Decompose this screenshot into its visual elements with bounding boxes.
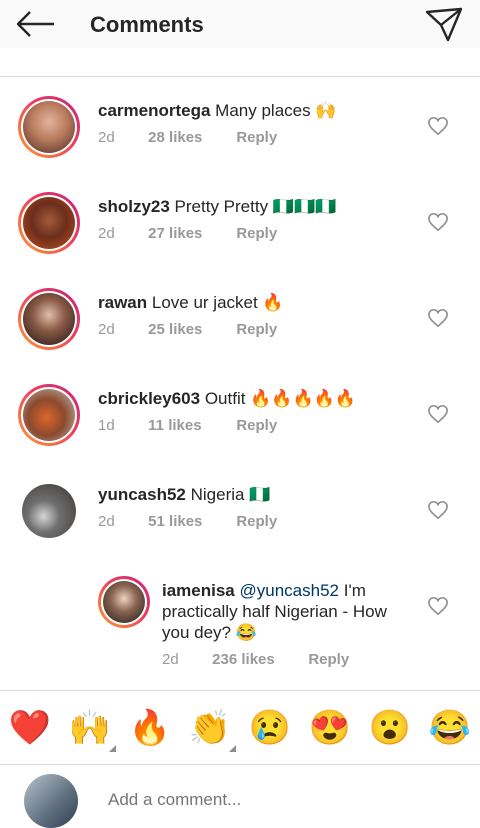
comment-meta: 1d 11 likes Reply (98, 417, 277, 434)
heart-outline-icon[interactable] (427, 308, 449, 328)
emoji-surprised-face[interactable]: 😮 (368, 706, 412, 750)
likes-count[interactable]: 51 likes (148, 513, 232, 530)
avatar[interactable] (98, 576, 150, 628)
skin-tone-indicator (109, 745, 116, 752)
comment-meta: 2d 51 likes Reply (98, 513, 277, 530)
comment-meta: 2d 25 likes Reply (98, 321, 277, 338)
comment-username[interactable]: carmenortega (98, 101, 210, 120)
comment-row: carmenortega Many places 🙌 2d 28 likes R… (0, 96, 480, 160)
header-divider (0, 76, 480, 77)
page-title: Comments (90, 12, 204, 37)
reply-row: iamenisa @yuncash52 I'm practically half… (0, 576, 480, 676)
comment-username[interactable]: yuncash52 (98, 485, 186, 504)
emoji-glyph: 🙌 (68, 709, 112, 747)
likes-count[interactable]: 236 likes (212, 651, 304, 668)
heart-outline-icon[interactable] (427, 404, 449, 424)
comment-body: Outfit 🔥🔥🔥🔥🔥 (204, 389, 357, 408)
comment-text: rawan Love ur jacket 🔥 (98, 292, 398, 313)
reply-meta: 2d 236 likes Reply (162, 651, 349, 668)
reply-text: iamenisa @yuncash52 I'm practically half… (162, 580, 407, 643)
comment-username[interactable]: rawan (98, 293, 147, 312)
comment-body: Nigeria 🇳🇬 (190, 485, 271, 504)
comment-age: 1d (98, 417, 115, 434)
comment-body: Love ur jacket 🔥 (151, 293, 284, 312)
heart-outline-icon[interactable] (427, 596, 449, 616)
comment-text: sholzy23 Pretty Pretty 🇳🇬🇳🇬🇳🇬 (98, 196, 398, 217)
avatar[interactable] (18, 96, 80, 158)
top-bar: Comments (0, 0, 480, 48)
arrow-left-icon (16, 11, 54, 37)
avatar[interactable] (18, 288, 80, 350)
comment-age: 2d (98, 225, 115, 242)
reply-button[interactable]: Reply (236, 513, 277, 530)
reply-username[interactable]: iamenisa (162, 581, 235, 600)
comment-input[interactable] (108, 790, 408, 810)
input-divider (0, 764, 480, 765)
comment-age: 2d (98, 129, 115, 146)
emoji-raising-hands[interactable]: 🙌 (68, 706, 116, 752)
comment-row: yuncash52 Nigeria 🇳🇬 2d 51 likes Reply (0, 480, 480, 544)
comment-age: 2d (98, 513, 115, 530)
emoji-clapping-hands[interactable]: 👏 (188, 706, 236, 752)
comment-row: cbrickley603 Outfit 🔥🔥🔥🔥🔥 1d 11 likes Re… (0, 384, 480, 448)
back-button[interactable] (14, 6, 58, 42)
reply-button[interactable]: Reply (236, 417, 277, 434)
emoji-laughing-tears[interactable]: 😂 (428, 706, 472, 750)
heart-outline-icon[interactable] (427, 116, 449, 136)
reply-age: 2d (162, 651, 179, 668)
heart-outline-icon[interactable] (427, 500, 449, 520)
likes-count[interactable]: 27 likes (148, 225, 232, 242)
comment-body: Pretty Pretty 🇳🇬🇳🇬🇳🇬 (174, 197, 337, 216)
mention-link[interactable]: @yuncash52 (240, 581, 340, 600)
reply-button[interactable]: Reply (308, 651, 349, 668)
comment-text: cbrickley603 Outfit 🔥🔥🔥🔥🔥 (98, 388, 398, 409)
likes-count[interactable]: 25 likes (148, 321, 232, 338)
heart-outline-icon[interactable] (427, 212, 449, 232)
emoji-heart-eyes[interactable]: 😍 (308, 706, 352, 750)
comment-meta: 2d 28 likes Reply (98, 129, 277, 146)
skin-tone-indicator (229, 745, 236, 752)
comment-text: carmenortega Many places 🙌 (98, 100, 398, 121)
avatar[interactable] (18, 384, 80, 446)
emoji-crying-face[interactable]: 😢 (248, 706, 292, 750)
avatar[interactable] (18, 480, 80, 542)
comment-age: 2d (98, 321, 115, 338)
reply-button[interactable]: Reply (236, 129, 277, 146)
comment-body: Many places 🙌 (215, 101, 337, 120)
comment-text: yuncash52 Nigeria 🇳🇬 (98, 484, 398, 505)
comment-row: rawan Love ur jacket 🔥 2d 25 likes Reply (0, 288, 480, 352)
current-user-avatar (24, 774, 78, 828)
avatar[interactable] (18, 192, 80, 254)
comment-username[interactable]: sholzy23 (98, 197, 170, 216)
likes-count[interactable]: 11 likes (148, 417, 232, 434)
reaction-divider (0, 690, 480, 691)
emoji-heart[interactable]: ❤️ (8, 706, 52, 750)
comment-meta: 2d 27 likes Reply (98, 225, 277, 242)
reply-button[interactable]: Reply (236, 225, 277, 242)
comment-username[interactable]: cbrickley603 (98, 389, 200, 408)
reply-button[interactable]: Reply (236, 321, 277, 338)
share-button[interactable] (424, 4, 464, 44)
comment-row: sholzy23 Pretty Pretty 🇳🇬🇳🇬🇳🇬 2d 27 like… (0, 192, 480, 256)
emoji-fire[interactable]: 🔥 (128, 706, 172, 750)
emoji-glyph: 👏 (188, 709, 232, 747)
likes-count[interactable]: 28 likes (148, 129, 232, 146)
paper-plane-icon (425, 7, 463, 42)
